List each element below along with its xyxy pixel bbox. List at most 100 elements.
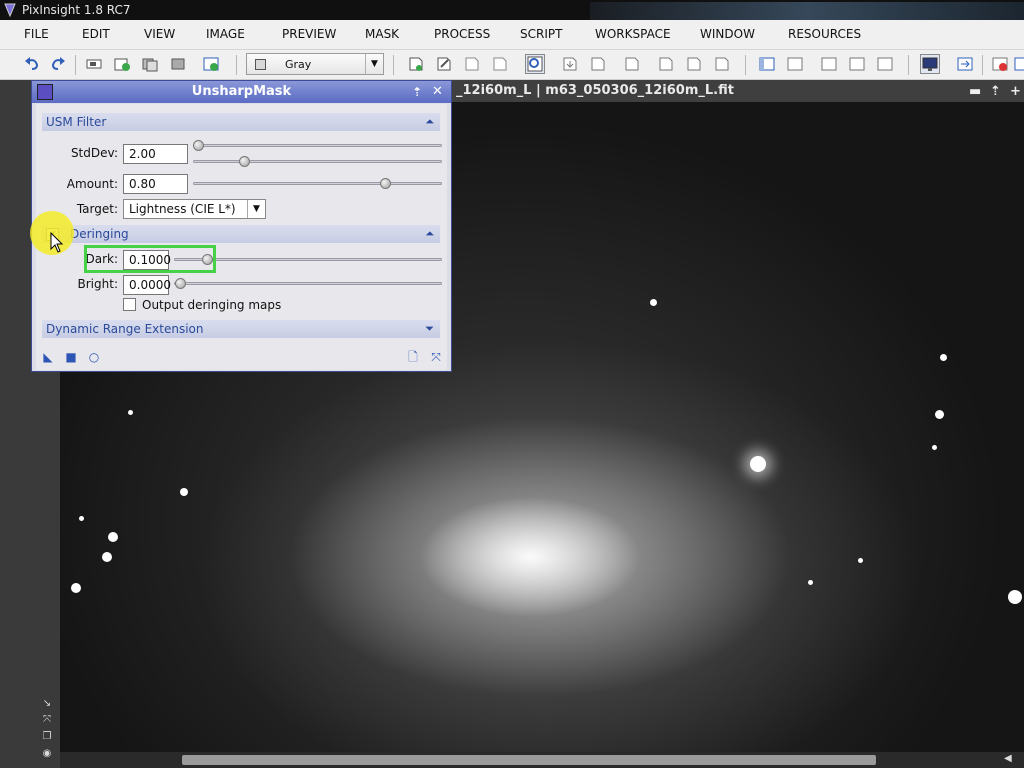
bright-star xyxy=(750,456,766,472)
extract-icon[interactable] xyxy=(168,54,188,74)
menu-image[interactable]: IMAGE xyxy=(206,27,245,41)
amount-field[interactable]: 0.80 xyxy=(123,174,188,194)
preview-tool-icon[interactable] xyxy=(462,54,482,74)
new-image-icon[interactable] xyxy=(112,54,132,74)
dialog-titlebar[interactable]: UnsharpMask ⇡ ✕ xyxy=(32,81,451,103)
process-icon xyxy=(37,84,53,100)
bright-slider[interactable] xyxy=(174,282,442,285)
star xyxy=(108,532,118,542)
star xyxy=(71,583,81,593)
redo-icon[interactable] xyxy=(48,54,68,74)
stddev-field[interactable]: 2.00 xyxy=(123,144,188,164)
menu-script[interactable]: SCRIPT xyxy=(520,27,562,41)
minimize-icon[interactable]: ▬ xyxy=(969,81,981,103)
reset-icon[interactable]: ⤧ xyxy=(429,350,443,364)
mask-icon[interactable] xyxy=(656,54,676,74)
menu-file[interactable]: FILE xyxy=(24,27,49,41)
taskbar-area xyxy=(590,2,1024,20)
screen-transfer-icon[interactable] xyxy=(955,54,975,74)
shade-icon[interactable]: ⇡ xyxy=(990,81,1001,103)
rename-icon[interactable] xyxy=(84,54,104,74)
section-deringing[interactable]: Deringing ⏶ xyxy=(42,225,440,243)
chevron-down-icon[interactable]: ▼ xyxy=(365,54,383,74)
menu-edit[interactable]: EDIT xyxy=(82,27,110,41)
stddev-coarse-slider[interactable] xyxy=(193,144,442,147)
amount-slider[interactable] xyxy=(193,182,442,185)
duplicate-icon[interactable] xyxy=(140,54,160,74)
undo-preview-icon[interactable] xyxy=(622,54,642,74)
amount-knob[interactable] xyxy=(380,178,391,189)
stddev-fine-slider[interactable] xyxy=(193,160,442,163)
menu-workspace[interactable]: WORKSPACE xyxy=(595,27,671,41)
preview-tool-icon[interactable] xyxy=(490,54,510,74)
horizontal-scrollbar[interactable]: ◀ xyxy=(60,752,1024,768)
color-mode-value: Gray xyxy=(285,58,312,71)
star xyxy=(808,580,813,585)
menu-window[interactable]: WINDOW xyxy=(700,27,755,41)
main-toolbar: Gray ▼ xyxy=(0,50,1024,80)
menu-preview[interactable]: PREVIEW xyxy=(282,27,336,41)
toolbar-separator xyxy=(236,55,237,75)
apply-global-icon[interactable]: ○ xyxy=(87,350,101,364)
section-usm-filter[interactable]: USM Filter ⏶ xyxy=(42,113,440,131)
image-window-title: _12i60m_L | m63_050306_12i60m_L.fit xyxy=(456,83,734,98)
new-workspace-icon[interactable] xyxy=(201,54,221,74)
scrollbar-thumb[interactable] xyxy=(182,755,876,765)
menu-resources[interactable]: RESOURCES xyxy=(788,27,861,41)
mouse-pointer-icon xyxy=(50,232,64,253)
undo-icon[interactable] xyxy=(22,54,42,74)
close-icon[interactable]: ✕ xyxy=(432,81,443,103)
menu-mask[interactable]: MASK xyxy=(365,27,399,41)
chevron-down-icon[interactable]: ▼ xyxy=(247,200,265,218)
bright-knob[interactable] xyxy=(175,278,186,289)
maximize-icon[interactable]: + xyxy=(1010,81,1021,103)
window-icon[interactable] xyxy=(819,54,839,74)
target-icon[interactable]: ◉ xyxy=(41,748,53,760)
apply-icon[interactable]: ■ xyxy=(64,350,78,364)
collapse-icon[interactable]: ⏶ xyxy=(425,113,434,131)
star xyxy=(932,445,937,450)
star xyxy=(858,558,863,563)
bright-field[interactable]: 0.0000 xyxy=(123,275,171,295)
browse-documentation-icon[interactable]: 🗋 xyxy=(406,350,420,364)
menu-process[interactable]: PROCESS xyxy=(434,27,490,41)
store-preview-icon[interactable] xyxy=(560,54,580,74)
reset-stf-icon[interactable] xyxy=(990,54,1010,74)
fit-view-icon[interactable]: ⤧ xyxy=(41,714,53,726)
output-deringing-maps-checkbox[interactable] xyxy=(123,298,136,311)
section-title: Dynamic Range Extension xyxy=(46,322,204,336)
explorer-icon[interactable] xyxy=(757,54,777,74)
color-mode-select[interactable]: Gray ▼ xyxy=(246,53,384,75)
bright-label: Bright: xyxy=(77,277,118,291)
zoom-icon[interactable] xyxy=(525,54,545,74)
explorer-icon[interactable] xyxy=(785,54,805,74)
new-preview-icon[interactable] xyxy=(406,54,426,74)
toolbar-separator xyxy=(745,55,746,75)
window-restore-icon[interactable]: ❐ xyxy=(41,731,53,743)
star xyxy=(128,410,133,415)
collapse-icon[interactable]: ⏶ xyxy=(425,225,434,243)
target-combo[interactable]: Lightness (CIE L*) ▼ xyxy=(123,199,266,219)
arrow-down-right-icon[interactable]: ↘ xyxy=(41,698,53,710)
expand-icon[interactable]: ⏷ xyxy=(425,320,434,338)
mask-icon[interactable] xyxy=(712,54,732,74)
monitor-icon[interactable] xyxy=(920,54,940,74)
stddev-coarse-knob[interactable] xyxy=(193,140,204,151)
unsharpmask-dialog: UnsharpMask ⇡ ✕ USM Filter ⏶ StdDev: 2.0… xyxy=(31,80,452,372)
toolbar-separator xyxy=(393,55,394,75)
menu-view[interactable]: VIEW xyxy=(144,27,175,41)
section-dynamic-range-extension[interactable]: Dynamic Range Extension ⏷ xyxy=(42,320,440,338)
mask-icon[interactable] xyxy=(684,54,704,74)
stddev-fine-knob[interactable] xyxy=(239,156,250,167)
stddev-label: StdDev: xyxy=(70,146,118,160)
window-icon[interactable] xyxy=(847,54,867,74)
shade-icon[interactable]: ⇡ xyxy=(412,81,422,103)
edit-preview-icon[interactable] xyxy=(434,54,454,74)
title-bar: PixInsight 1.8 RC7 xyxy=(0,0,1024,20)
stf-icon[interactable] xyxy=(1012,54,1024,74)
toolbar-separator xyxy=(908,55,909,75)
restore-preview-icon[interactable] xyxy=(588,54,608,74)
new-instance-icon[interactable]: ◣ xyxy=(41,350,55,364)
window-icon[interactable] xyxy=(875,54,895,74)
scroll-left-icon[interactable]: ◀ xyxy=(1004,753,1012,764)
